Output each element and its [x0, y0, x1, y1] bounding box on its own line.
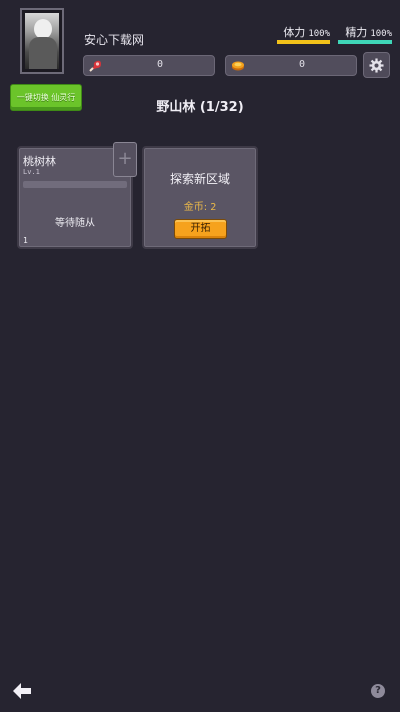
help-button[interactable]: ?	[371, 684, 385, 698]
stamina-stat: 体力 100%	[277, 24, 330, 44]
forest-status: 等待随从	[55, 218, 95, 229]
energy-percent: 100%	[370, 29, 392, 39]
gold-resource: 0	[225, 55, 357, 76]
forest-level: Lv.1	[23, 168, 40, 176]
explore-cost-value: 2	[210, 202, 217, 213]
forest-progress-bar	[23, 181, 127, 188]
explore-card: 探索新区域 金币: 2 开拓	[142, 146, 258, 249]
explore-cost-label: 金币:	[183, 202, 208, 213]
character-portrait-icon	[25, 13, 59, 69]
energy-stat: 精力 100%	[338, 24, 392, 44]
gold-value: 0	[298, 59, 306, 70]
gear-icon	[369, 57, 384, 73]
player-avatar[interactable]	[20, 8, 64, 74]
back-button[interactable]	[12, 682, 32, 700]
area-title: 野山林 (1/32)	[156, 100, 244, 115]
forest-count: 1	[23, 236, 28, 245]
stamina-bar	[277, 40, 330, 44]
settings-button[interactable]	[363, 52, 390, 78]
explore-cost: 金币: 2	[144, 198, 256, 213]
stamina-percent: 100%	[308, 29, 330, 39]
meat-icon	[89, 60, 101, 72]
explore-title: 探索新区域	[169, 172, 230, 186]
player-name: 安心下载网	[84, 33, 145, 47]
pioneer-button[interactable]: 开拓	[174, 219, 227, 239]
gold-coin-icon	[232, 61, 244, 71]
stamina-label: 体力	[283, 26, 306, 39]
energy-bar	[338, 40, 392, 44]
energy-label: 精力	[345, 26, 368, 39]
meat-value: 0	[156, 59, 164, 70]
stamina-label-row: 体力 100%	[283, 24, 330, 40]
forest-name: 桃树林	[23, 155, 56, 168]
energy-label-row: 精力 100%	[345, 24, 392, 40]
arrow-left-icon	[13, 683, 31, 699]
meat-resource: 0	[83, 55, 215, 76]
add-follower-button[interactable]: +	[113, 142, 137, 177]
